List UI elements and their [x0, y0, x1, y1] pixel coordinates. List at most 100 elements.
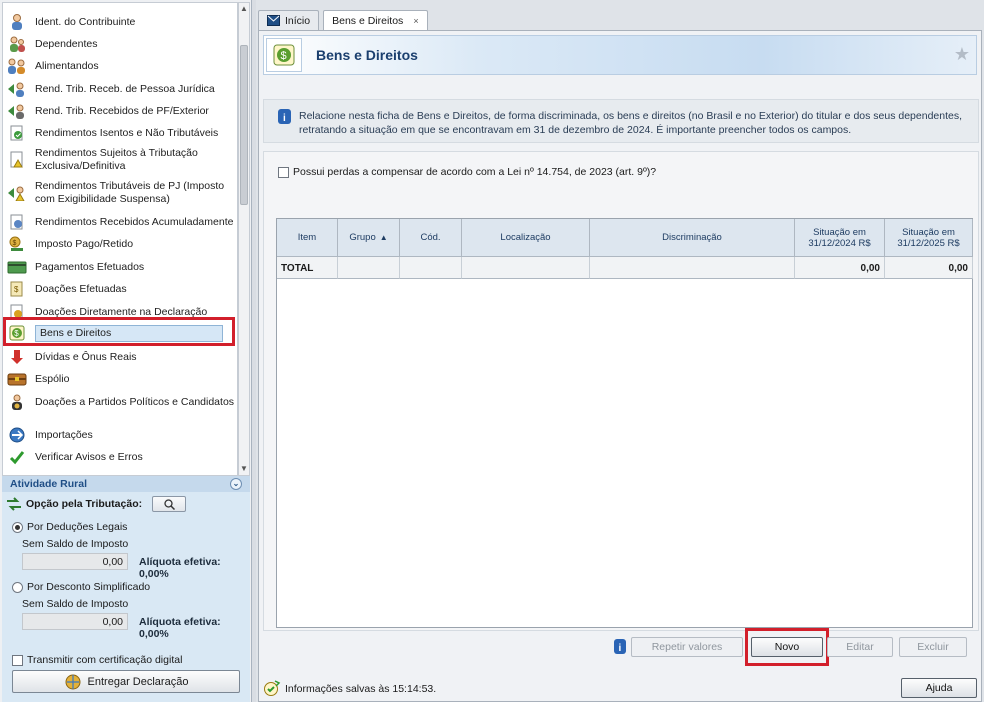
tab-bar: Início Bens e Direitos ×: [258, 10, 432, 30]
sidebar-item-verificar[interactable]: Verificar Avisos e Erros: [7, 448, 235, 466]
deducoes-legais-radio[interactable]: Por Deduções Legais: [12, 521, 127, 533]
sem-saldo-label-2: Sem Saldo de Imposto: [22, 598, 129, 610]
checkbox-icon[interactable]: [278, 166, 289, 178]
import-icon: [7, 426, 27, 444]
sidebar-item-partidos[interactable]: Doações a Partidos Políticos e Candidato…: [7, 393, 235, 411]
column-header-grupo[interactable]: Grupo ▲: [338, 219, 400, 257]
sidebar-item-pagamentos[interactable]: Pagamentos Efetuados: [7, 258, 235, 276]
selection-highlight-frame: [3, 317, 235, 346]
column-header-situacao-2025[interactable]: Situação em 31/12/2025 R$: [885, 219, 973, 257]
sidebar-item-rend-pj[interactable]: Rend. Trib. Receb. de Pessoa Jurídica: [7, 80, 235, 98]
ajuda-button[interactable]: Ajuda: [901, 678, 977, 698]
svg-text:$: $: [281, 50, 287, 62]
page-header: $ Bens e Direitos ★: [263, 35, 977, 75]
exclusive-income-icon: [7, 151, 27, 169]
total-label: TOTAL: [277, 257, 338, 279]
entregar-declaracao-button[interactable]: Entregar Declaração: [12, 670, 240, 693]
info-message: i Relacione nesta ficha de Bens e Direit…: [263, 99, 979, 143]
exempt-income-icon: [7, 124, 27, 142]
sidebar-item-importacoes[interactable]: Importações: [7, 426, 235, 444]
sidebar-item-exigibilidade[interactable]: Rendimentos Tributáveis de PJ (Imposto c…: [7, 180, 235, 206]
repetir-valores-button[interactable]: Repetir valores: [631, 637, 743, 657]
page-title: Bens e Direitos: [316, 47, 418, 63]
political-donation-icon: [7, 393, 27, 411]
scrollbar-thumb[interactable]: [240, 45, 248, 205]
tab-inicio[interactable]: Início: [258, 10, 320, 30]
content-panel: $ Bens e Direitos ★ i Relacione nesta fi…: [258, 30, 982, 702]
total-2024: 0,00: [795, 257, 885, 279]
collapse-chevron-icon[interactable]: ⌄: [230, 478, 242, 490]
saved-status-icon: [264, 680, 281, 696]
sidebar-item-rend-pf[interactable]: Rend. Trib. Recebidos de PF/Exterior: [7, 102, 235, 120]
assets-content: Possui perdas a compensar de acordo com …: [263, 151, 979, 631]
main-area: Início Bens e Direitos × $ Bens e Direit…: [256, 0, 984, 702]
valor-simplificado-field: 0,00: [22, 613, 128, 630]
sidebar-item-dependentes[interactable]: Dependentes: [7, 35, 235, 53]
column-header-localizacao[interactable]: Localização: [462, 219, 590, 257]
assets-table: Item Grupo ▲ Cód. Localização Discriminaç…: [276, 218, 973, 628]
sidebar-item-exclusiva[interactable]: Rendimentos Sujeitos à Tributação Exclus…: [7, 147, 235, 173]
rural-header[interactable]: Atividade Rural ⌄: [2, 476, 250, 492]
accumulated-income-icon: [7, 213, 27, 231]
status-text: Informações salvas às 15:14:53.: [285, 683, 437, 695]
action-bar: i Repetir valores Novo Editar Excluir: [259, 628, 981, 666]
column-header-cod[interactable]: Cód.: [400, 219, 462, 257]
info-icon[interactable]: i: [614, 639, 627, 654]
total-cell-empty: [590, 257, 795, 279]
payment-card-icon: [7, 258, 27, 276]
scroll-down-arrow-icon[interactable]: ▼: [239, 463, 249, 475]
valor-deducoes-field: 0,00: [22, 553, 128, 570]
sem-saldo-label: Sem Saldo de Imposto: [22, 538, 129, 550]
column-header-item[interactable]: Item: [277, 219, 338, 257]
sidebar-item-isentos[interactable]: Rendimentos Isentos e Não Tributáveis: [7, 124, 235, 142]
search-icon: [163, 498, 175, 510]
sidebar-item-dividas[interactable]: Dívidas e Ônus Reais: [7, 348, 235, 366]
sort-ascending-icon: ▲: [379, 233, 388, 242]
svg-text:$: $: [13, 240, 17, 247]
editar-button[interactable]: Editar: [827, 637, 893, 657]
perdas-checkbox-row[interactable]: Possui perdas a compensar de acordo com …: [278, 166, 656, 178]
certificacao-checkbox-row[interactable]: Transmitir com certificação digital: [12, 654, 182, 666]
sidebar-item-imposto-pago[interactable]: $ Imposto Pago/Retido: [7, 235, 235, 253]
excluir-button[interactable]: Excluir: [899, 637, 967, 657]
search-button[interactable]: [152, 496, 187, 512]
column-header-discriminacao[interactable]: Discriminação: [590, 219, 795, 257]
info-icon: i: [278, 109, 291, 124]
sidebar-item-alimentandos[interactable]: Alimentandos: [7, 57, 235, 75]
rural-panel: Atividade Rural ⌄ Opção pela Tributação:…: [2, 476, 250, 702]
total-cell-empty: [400, 257, 462, 279]
svg-text:i: i: [619, 643, 622, 654]
sidebar-scrollbar[interactable]: ▲ ▼: [238, 2, 250, 476]
tab-bens-direitos[interactable]: Bens e Direitos ×: [323, 10, 428, 30]
sidebar-item-acumuladamente[interactable]: Rendimentos Recebidos Acumuladamente: [7, 213, 235, 231]
tributacao-option-row: Opção pela Tributação:: [6, 496, 187, 512]
scroll-up-arrow-icon[interactable]: ▲: [239, 3, 249, 15]
chest-icon: [7, 370, 27, 388]
total-2025: 0,00: [885, 257, 973, 279]
globe-deliver-icon: [65, 674, 81, 689]
radio-off-icon[interactable]: [12, 581, 23, 593]
desconto-simplificado-radio[interactable]: Por Desconto Simplificado: [12, 581, 150, 593]
income-person-icon: [7, 102, 27, 120]
column-header-situacao-2024[interactable]: Situação em 31/12/2024 R$: [795, 219, 885, 257]
radio-on-icon[interactable]: [12, 521, 23, 533]
tax-paid-icon: $: [7, 235, 27, 253]
suspended-income-icon: [7, 184, 27, 202]
close-icon[interactable]: ×: [413, 16, 418, 26]
favorite-star-icon[interactable]: ★: [954, 44, 970, 65]
sidebar-nav: Ident. do Contribuinte Dependentes Alime…: [2, 2, 238, 476]
total-cell-empty: [338, 257, 400, 279]
debt-arrow-icon: [7, 348, 27, 366]
person-icon: [7, 13, 27, 31]
exchange-arrows-icon: [7, 497, 21, 511]
sidebar-item-espolio[interactable]: Espólio: [7, 370, 235, 388]
people-icon: [7, 35, 27, 53]
novo-highlight-frame: [745, 628, 829, 666]
aliquota-deducoes: Alíquota efetiva: 0,00%: [139, 556, 221, 580]
assets-icon: $: [266, 38, 302, 72]
sidebar-item-ident-contribuinte[interactable]: Ident. do Contribuinte: [7, 13, 235, 31]
sidebar-item-doacoes[interactable]: $ Doações Efetuadas: [7, 280, 235, 298]
status-bar: Informações salvas às 15:14:53. Ajuda: [259, 673, 981, 701]
checkbox-icon[interactable]: [12, 654, 23, 666]
donation-icon: $: [7, 280, 27, 298]
